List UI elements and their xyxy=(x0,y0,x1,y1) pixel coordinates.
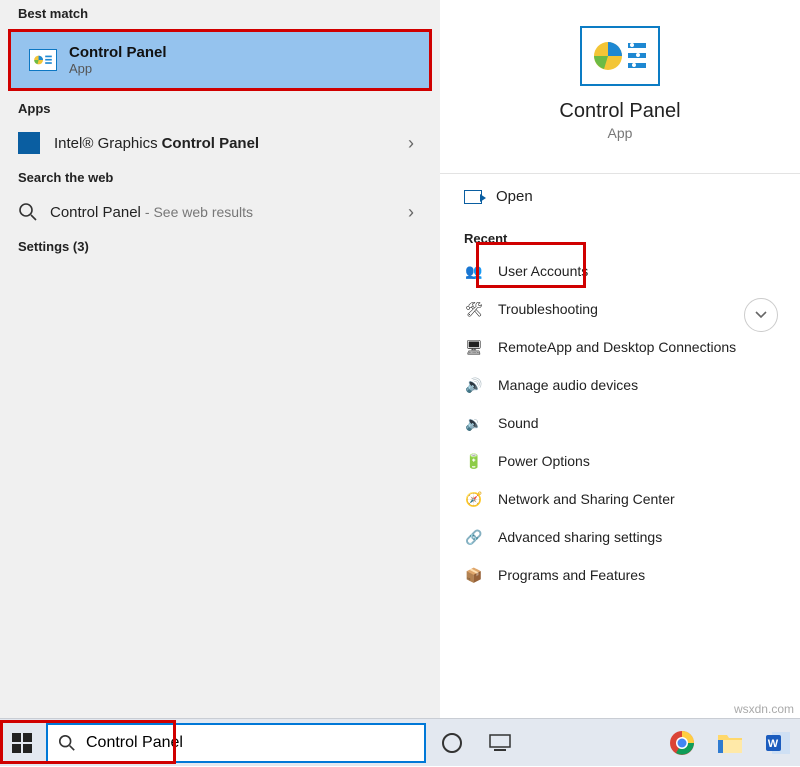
chevron-right-icon[interactable]: › xyxy=(400,201,422,223)
recent-programs[interactable]: 📦Programs and Features xyxy=(440,556,800,594)
result-control-panel[interactable]: Control Panel App xyxy=(8,29,432,91)
taskbar-chrome[interactable] xyxy=(660,721,704,765)
open-icon xyxy=(464,190,482,204)
web-query: Control Panel xyxy=(50,204,141,221)
cortana-icon xyxy=(441,732,463,754)
watermark: wsxdn.com xyxy=(734,702,794,716)
annotation-highlight xyxy=(476,242,586,288)
svg-text:W: W xyxy=(768,738,779,750)
audio-icon: 🔊 xyxy=(464,375,484,395)
programs-icon: 📦 xyxy=(464,565,484,585)
search-input[interactable] xyxy=(86,734,424,752)
result-subtitle: App xyxy=(69,61,167,76)
chrome-icon xyxy=(669,730,695,756)
power-icon: 🔋 xyxy=(464,451,484,471)
word-icon: W xyxy=(765,730,791,756)
web-suffix: - See web results xyxy=(145,204,253,220)
taskbar-explorer[interactable] xyxy=(708,721,752,765)
search-icon xyxy=(58,734,76,752)
open-label: Open xyxy=(496,188,533,205)
result-web-search[interactable]: Control Panel - See web results › xyxy=(0,191,440,233)
web-header: Search the web xyxy=(0,164,440,191)
detail-panel: Control Panel App Open Recent 👥User Acco… xyxy=(440,0,800,718)
search-icon xyxy=(18,202,38,222)
recent-audio[interactable]: 🔊Manage audio devices xyxy=(440,366,800,404)
chevron-down-icon xyxy=(754,308,768,322)
network-icon: 🧭 xyxy=(464,489,484,509)
taskbar: W xyxy=(0,718,800,766)
recent-power[interactable]: 🔋Power Options xyxy=(440,442,800,480)
intel-label-bold: Control Panel xyxy=(162,135,260,152)
control-panel-icon xyxy=(580,26,660,86)
result-title: Control Panel xyxy=(69,44,167,61)
taskbar-word[interactable]: W xyxy=(756,721,800,765)
result-intel-graphics[interactable]: Intel® Graphics Control Panel › xyxy=(0,122,440,164)
recent-sharing[interactable]: 🔗Advanced sharing settings xyxy=(440,518,800,556)
best-match-header: Best match xyxy=(0,0,440,27)
taskbar-search[interactable] xyxy=(46,723,426,763)
start-button[interactable] xyxy=(0,719,44,767)
expand-button[interactable] xyxy=(744,298,778,332)
folder-icon xyxy=(717,732,743,754)
recent-remoteapp[interactable]: 🖥RemoteApp and Desktop Connections xyxy=(440,328,800,366)
control-panel-icon xyxy=(29,49,57,71)
intel-icon xyxy=(18,132,40,154)
cortana-button[interactable] xyxy=(430,721,474,765)
apps-header: Apps xyxy=(0,95,440,122)
chevron-right-icon[interactable]: › xyxy=(400,132,422,154)
sharing-icon: 🔗 xyxy=(464,527,484,547)
detail-title: Control Panel xyxy=(450,100,790,123)
troubleshoot-icon: 🛠 xyxy=(464,299,484,319)
task-view-icon xyxy=(489,734,511,752)
task-view-button[interactable] xyxy=(478,721,522,765)
settings-header: Settings (3) xyxy=(0,233,440,260)
detail-subtitle: App xyxy=(450,125,790,141)
recent-sound[interactable]: 🔉Sound xyxy=(440,404,800,442)
recent-network[interactable]: 🧭Network and Sharing Center xyxy=(440,480,800,518)
open-button[interactable]: Open xyxy=(440,174,800,219)
search-results-panel: Best match Control Panel App Apps Intel®… xyxy=(0,0,440,718)
sound-icon: 🔉 xyxy=(464,413,484,433)
windows-icon xyxy=(12,733,32,753)
remote-icon: 🖥 xyxy=(464,337,484,357)
intel-label-prefix: Intel® Graphics xyxy=(54,135,158,152)
